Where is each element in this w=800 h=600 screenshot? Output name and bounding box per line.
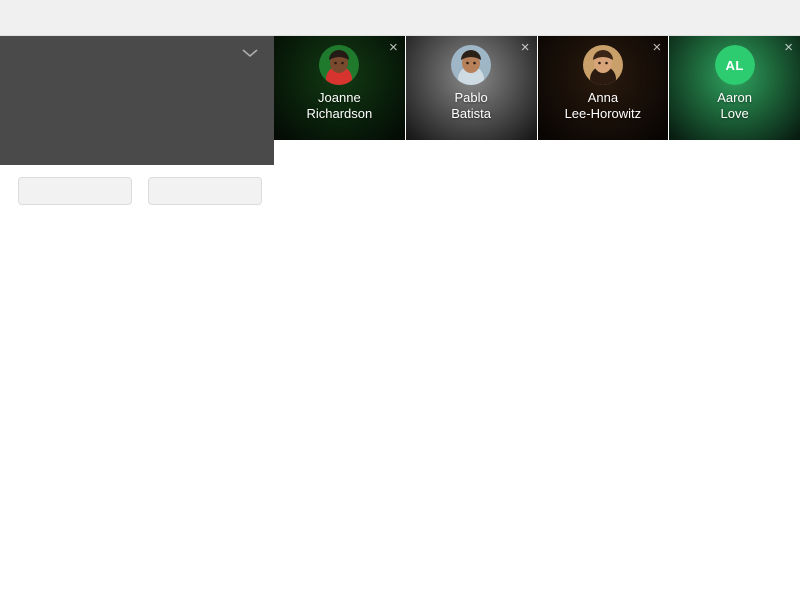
topbar	[0, 0, 800, 36]
candidate-first-name: Joanne	[318, 90, 361, 105]
candidate-last-name: Love	[720, 106, 749, 121]
footer-actions	[0, 165, 800, 205]
candidate-card[interactable]: × Joanne Richardson	[274, 36, 406, 140]
candidate-name: Aaron Love	[717, 90, 752, 122]
candidate-name: Anna Lee-Horowitz	[565, 90, 642, 122]
avatar: AL	[714, 45, 755, 85]
sort-bar	[0, 140, 274, 165]
candidate-first-name: Anna	[587, 90, 619, 105]
chevron-down-icon[interactable]	[240, 46, 260, 60]
share-button[interactable]	[18, 177, 132, 205]
candidate-first-name: Pablo	[454, 90, 488, 105]
candidate-comparison-app: × Joanne Richardson × Pablo Batista × Anna Lee-H…	[0, 0, 800, 600]
candidate-cards: × Joanne Richardson × Pablo Batista × Anna Lee-H…	[274, 36, 800, 140]
candidate-name: Joanne Richardson	[306, 90, 372, 122]
candidate-name: Pablo Batista	[451, 90, 491, 122]
candidate-first-name: Aaron	[717, 90, 752, 105]
close-icon[interactable]: ×	[521, 40, 530, 55]
candidate-card[interactable]: × Anna Lee-Horowitz	[537, 36, 670, 140]
print-button[interactable]	[148, 177, 262, 205]
candidate-last-name: Batista	[451, 106, 491, 121]
header-band: × Joanne Richardson × Pablo Batista × Anna Lee-H…	[0, 36, 800, 140]
role-header	[0, 36, 274, 140]
close-icon[interactable]: ×	[784, 40, 793, 55]
candidate-card[interactable]: × Pablo Batista	[405, 36, 538, 140]
avatar-initials: AL	[714, 45, 755, 85]
avatar	[582, 45, 623, 85]
candidate-last-name: Lee-Horowitz	[564, 106, 642, 121]
candidate-last-name: Richardson	[306, 106, 373, 121]
candidate-card[interactable]: × AL Aaron Love	[669, 36, 800, 140]
avatar	[451, 45, 492, 85]
close-icon[interactable]: ×	[389, 40, 398, 55]
close-icon[interactable]: ×	[652, 40, 661, 55]
